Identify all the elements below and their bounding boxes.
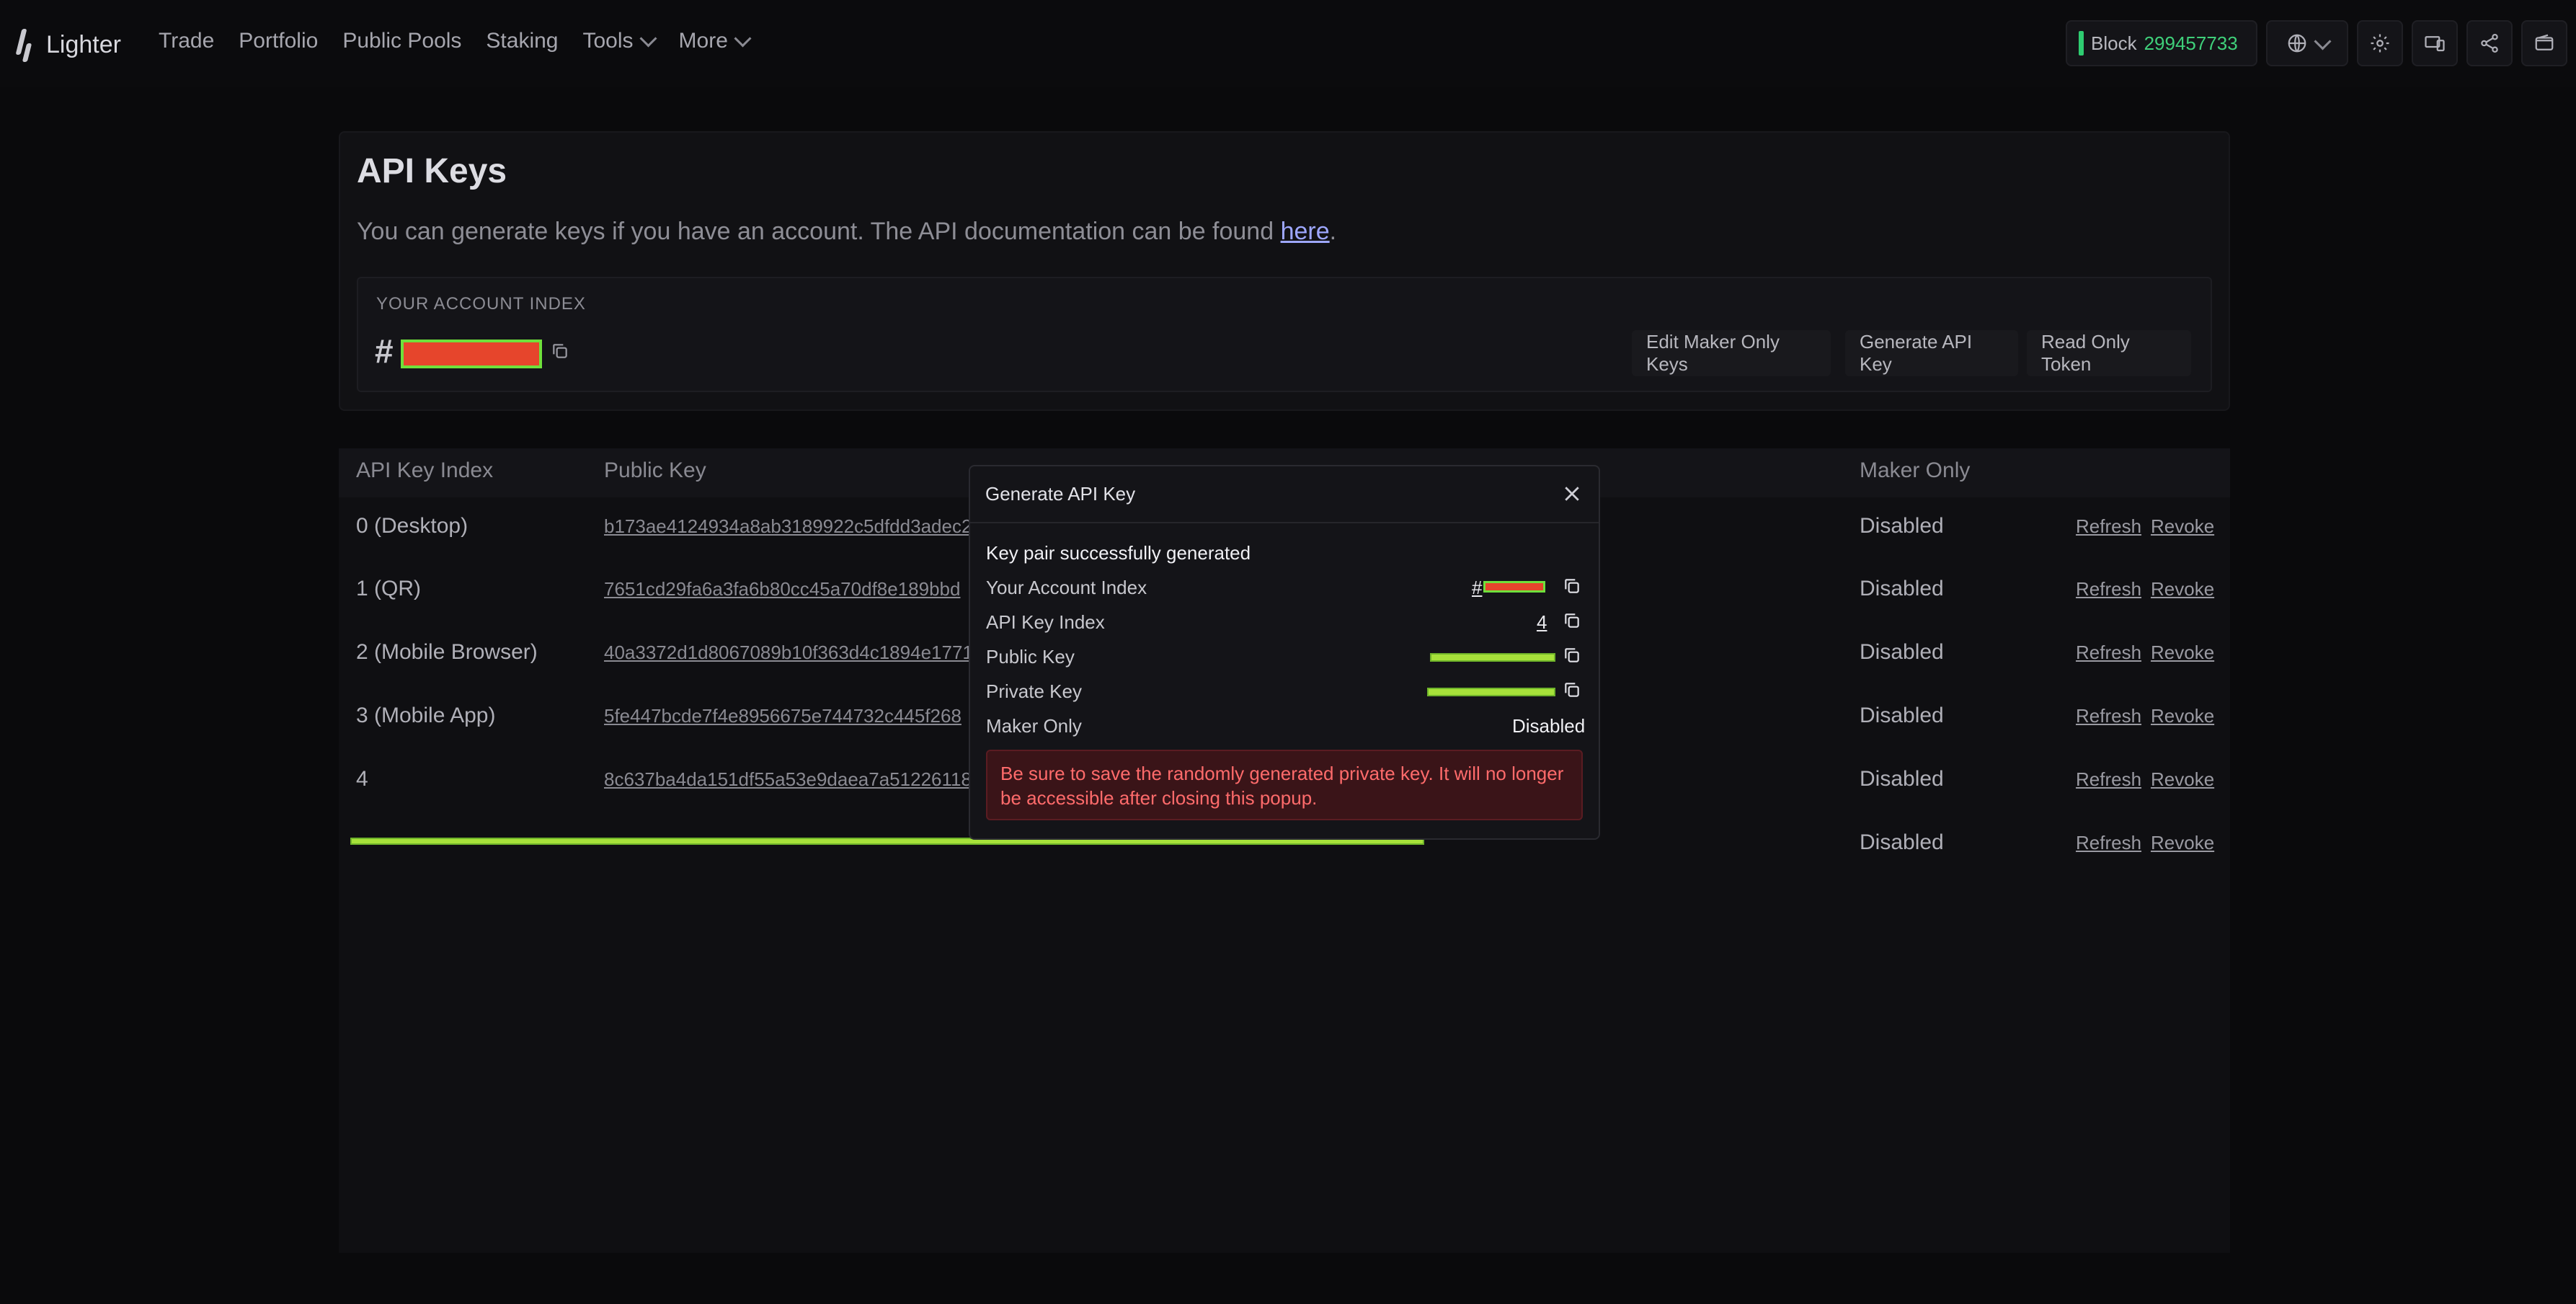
row-2-revoke-link[interactable]: Revoke: [2151, 642, 2214, 664]
modal-public-key-label: Public Key: [986, 646, 1075, 667]
row-3-index: 3 (Mobile App): [356, 704, 496, 727]
copy-api-key-index-button[interactable]: [1563, 611, 1581, 630]
copy-icon: [1565, 579, 1579, 593]
row-5-refresh-link[interactable]: Refresh: [2076, 832, 2141, 854]
documentation-link[interactable]: here: [1281, 218, 1330, 245]
block-label: Block: [2091, 32, 2137, 54]
nav-trade[interactable]: Trade: [159, 29, 214, 53]
account-index-label: YOUR ACCOUNT INDEX: [376, 294, 586, 314]
header-public-key: Public Key: [604, 458, 706, 482]
generate-api-key-button[interactable]: Generate API Key: [1845, 330, 2018, 376]
nav-tools-label: Tools: [582, 29, 634, 53]
lighter-logo-icon: [14, 27, 36, 62]
copy-icon: [1565, 648, 1579, 662]
wallet-button[interactable]: [2521, 20, 2567, 66]
row-0-maker-only: Disabled: [1860, 514, 1944, 538]
copy-account-index-modal-button[interactable]: [1563, 577, 1581, 595]
nav-more-label: More: [678, 29, 728, 53]
close-icon: [1565, 487, 1579, 501]
description-end: .: [1329, 218, 1337, 245]
row-1-revoke-link[interactable]: Revoke: [2151, 578, 2214, 600]
page-description: You can generate keys if you have an acc…: [357, 218, 1336, 246]
header-maker-only: Maker Only: [1860, 458, 1971, 482]
modal-maker-only-label: Maker Only: [986, 715, 1082, 737]
settings-button[interactable]: [2357, 20, 2403, 66]
block-number: 299457733: [2144, 32, 2238, 54]
account-index-prefix: #: [375, 332, 394, 370]
modal-account-index-label: Your Account Index: [986, 577, 1147, 598]
block-status-indicator: [2079, 31, 2084, 56]
redacted-modal-account-index: [1483, 581, 1545, 593]
devices-button[interactable]: [2412, 20, 2458, 66]
row-4-maker-only: Disabled: [1860, 767, 1944, 791]
redacted-modal-private-key: [1427, 688, 1555, 696]
modal-account-index-prefix: #: [1472, 577, 1483, 598]
devices-icon: [2425, 36, 2445, 52]
row-2-refresh-link[interactable]: Refresh: [2076, 642, 2141, 664]
row-0-index: 0 (Desktop): [356, 514, 468, 538]
share-button[interactable]: [2466, 20, 2513, 66]
row-1-index: 1 (QR): [356, 577, 421, 600]
copy-icon: [1565, 683, 1579, 697]
row-5-maker-only: Disabled: [1860, 830, 1944, 854]
row-1-refresh-link[interactable]: Refresh: [2076, 578, 2141, 600]
copy-private-key-button[interactable]: [1563, 680, 1581, 699]
share-icon: [2481, 34, 2498, 53]
close-modal-button[interactable]: [1561, 483, 1583, 505]
nav-tools[interactable]: Tools: [582, 29, 657, 53]
nav-public-pools[interactable]: Public Pools: [342, 29, 461, 53]
app-name: Lighter: [46, 30, 121, 58]
nav-portfolio[interactable]: Portfolio: [239, 29, 318, 53]
nav-more[interactable]: More: [678, 29, 752, 53]
row-3-revoke-link[interactable]: Revoke: [2151, 705, 2214, 727]
row-2-public-key[interactable]: 40a3372d1d8067089b10f363d4c1894e1771: [604, 642, 973, 664]
row-0-public-key[interactable]: b173ae4124934a8ab3189922c5dfdd3adec2: [604, 515, 972, 538]
chevron-down-icon: [639, 29, 657, 48]
redacted-modal-public-key: [1430, 653, 1555, 662]
row-0-revoke-link[interactable]: Revoke: [2151, 515, 2214, 538]
page-title: API Keys: [357, 152, 507, 190]
redacted-account-index: [401, 340, 542, 368]
description-text: You can generate keys if you have an acc…: [357, 218, 1281, 245]
modal-divider: [970, 522, 1599, 523]
row-3-maker-only: Disabled: [1860, 704, 1944, 727]
modal-api-key-index-label: API Key Index: [986, 611, 1105, 633]
block-status: Block 299457733: [2066, 20, 2257, 66]
chevron-down-icon: [734, 29, 752, 48]
success-message: Key pair successfully generated: [986, 542, 1251, 564]
modal-api-key-index-value: 4: [1537, 611, 1547, 633]
row-1-maker-only: Disabled: [1860, 577, 1944, 600]
modal-private-key-label: Private Key: [986, 680, 1082, 702]
row-3-public-key[interactable]: 5fe447bcde7f4e8956675e744732c445f268: [604, 705, 961, 727]
row-0-refresh-link[interactable]: Refresh: [2076, 515, 2141, 538]
row-5-revoke-link[interactable]: Revoke: [2151, 832, 2214, 854]
row-4-public-key[interactable]: 8c637ba4da151df55a53e9daea7a512261182: [604, 768, 982, 791]
main-nav: Trade Portfolio Public Pools Staking Too…: [159, 29, 773, 53]
modal-maker-only-value: Disabled: [1512, 715, 1586, 737]
modal-title: Generate API Key: [985, 483, 1136, 505]
edit-maker-only-keys-button[interactable]: Edit Maker Only Keys: [1632, 330, 1831, 376]
copy-icon: [553, 344, 567, 358]
gear-icon: [2371, 34, 2389, 53]
row-2-index: 2 (Mobile Browser): [356, 640, 538, 664]
copy-public-key-button[interactable]: [1563, 646, 1581, 665]
chevron-down-icon: [2313, 32, 2332, 50]
wallet-icon: [2535, 34, 2554, 50]
copy-account-index-button[interactable]: [551, 342, 569, 364]
private-key-warning: Be sure to save the randomly generated p…: [986, 750, 1583, 820]
header-api-key-index: API Key Index: [356, 458, 494, 482]
row-4-index: 4: [356, 767, 368, 791]
row-4-revoke-link[interactable]: Revoke: [2151, 768, 2214, 791]
read-only-token-button[interactable]: Read Only Token: [2027, 330, 2191, 376]
row-3-refresh-link[interactable]: Refresh: [2076, 705, 2141, 727]
row-1-public-key[interactable]: 7651cd29fa6a3fa6b80cc45a70df8e189bbd: [604, 578, 960, 600]
copy-icon: [1565, 613, 1579, 628]
globe-icon: [2288, 34, 2306, 53]
app-logo[interactable]: Lighter: [14, 27, 121, 62]
nav-staking[interactable]: Staking: [486, 29, 558, 53]
language-button[interactable]: [2266, 20, 2348, 66]
row-2-maker-only: Disabled: [1860, 640, 1944, 664]
row-4-refresh-link[interactable]: Refresh: [2076, 768, 2141, 791]
